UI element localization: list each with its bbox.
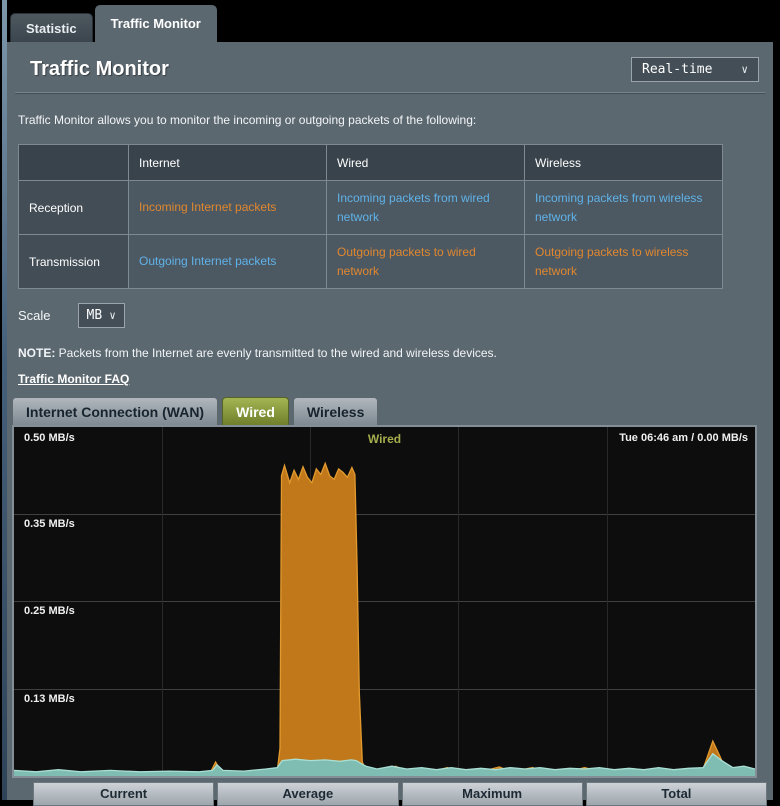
- legend-col-header: Internet: [128, 144, 327, 181]
- legend-col-header: Wired: [326, 144, 525, 181]
- scale-row: Scale MB ∨: [18, 303, 773, 328]
- legend-row-label: Reception: [18, 180, 129, 235]
- title-divider: [15, 92, 765, 93]
- traffic-chart: 0.50 MB/s 0.35 MB/s 0.25 MB/s 0.13 MB/s …: [12, 425, 757, 778]
- stats-header-current: Current: [33, 782, 215, 806]
- stats-header-row: Current Average Maximum Total: [33, 782, 767, 806]
- page-description: Traffic Monitor allows you to monitor th…: [18, 113, 477, 127]
- top-tab-traffic-monitor[interactable]: Traffic Monitor: [94, 5, 217, 42]
- note-text: NOTE: Packets from the Internet are even…: [18, 346, 773, 360]
- chart-tab-internet-connection-wan-[interactable]: Internet Connection (WAN): [12, 397, 219, 425]
- legend-col-header: [18, 144, 129, 181]
- ytick-label: 0.35 MB/s: [24, 518, 75, 530]
- ytick-label: 0.13 MB/s: [24, 693, 75, 705]
- traffic-monitor-faq-link[interactable]: Traffic Monitor FAQ: [18, 372, 129, 386]
- traffic-area-chart: [14, 461, 755, 776]
- chart-tab-wireless[interactable]: Wireless: [292, 397, 379, 425]
- top-tab-statistic[interactable]: Statistic: [10, 13, 93, 42]
- legend-cell: Incoming Internet packets: [128, 180, 327, 235]
- scale-select-value: MB: [86, 308, 103, 323]
- traffic-monitor-panel: Traffic Monitor Real-time ∨ Traffic Moni…: [7, 42, 773, 806]
- packet-legend-table: Internet Wired Wireless Reception Incoming …: [18, 144, 723, 289]
- ytick-label: 0.25 MB/s: [24, 605, 75, 617]
- line-transmission-outgoing-to-wired: [14, 461, 755, 774]
- scale-select[interactable]: MB ∨: [77, 303, 125, 328]
- page-title: Traffic Monitor: [30, 58, 169, 80]
- legend-table-head: Internet Wired Wireless: [18, 144, 723, 181]
- legend-col-header: Wireless: [524, 144, 723, 181]
- stats-header-average: Average: [217, 782, 399, 806]
- table-row: Transmission Outgoing Internet packets Out…: [18, 234, 723, 289]
- top-tab-bar: Statistic Traffic Monitor: [7, 0, 773, 42]
- note-label: NOTE:: [18, 346, 56, 360]
- mode-select-value: Real-time: [642, 62, 713, 77]
- chart-tab-wired[interactable]: Wired: [222, 397, 289, 425]
- content-wrapper: Statistic Traffic Monitor Traffic Monitor…: [7, 0, 773, 806]
- legend-cell: Outgoing packets to wireless network: [524, 234, 723, 289]
- note-body: Packets from the Internet are evenly tra…: [55, 346, 497, 360]
- chart-tab-bar: Internet Connection (WAN) Wired Wireless: [12, 397, 773, 425]
- stats-header-maximum: Maximum: [401, 782, 583, 806]
- area-reception-incoming-from-wired: [14, 753, 755, 776]
- chevron-down-icon: ∨: [109, 309, 116, 322]
- legend-row-label: Transmission: [18, 234, 129, 289]
- table-row: Reception Incoming Internet packets Incomi…: [18, 180, 723, 235]
- stats-header-total: Total: [585, 782, 767, 806]
- legend-cell: Incoming packets from wireless network: [524, 180, 723, 235]
- title-row: Traffic Monitor Real-time ∨: [7, 42, 773, 91]
- legend-cell: Incoming packets from wired network: [326, 180, 525, 235]
- area-transmission-outgoing-to-wired: [14, 463, 755, 776]
- scale-label: Scale: [18, 308, 51, 323]
- legend-cell: Outgoing packets to wired network: [326, 234, 525, 289]
- traffic-monitor-page: { "page": { "top_tabs": [ {"label": "Sta…: [0, 0, 780, 806]
- chart-timestamp: Tue 06:46 am / 0.00 MB/s: [619, 432, 748, 444]
- chevron-down-icon: ∨: [741, 63, 748, 76]
- legend-cell: Outgoing Internet packets: [128, 234, 327, 289]
- mode-select[interactable]: Real-time ∨: [631, 57, 759, 82]
